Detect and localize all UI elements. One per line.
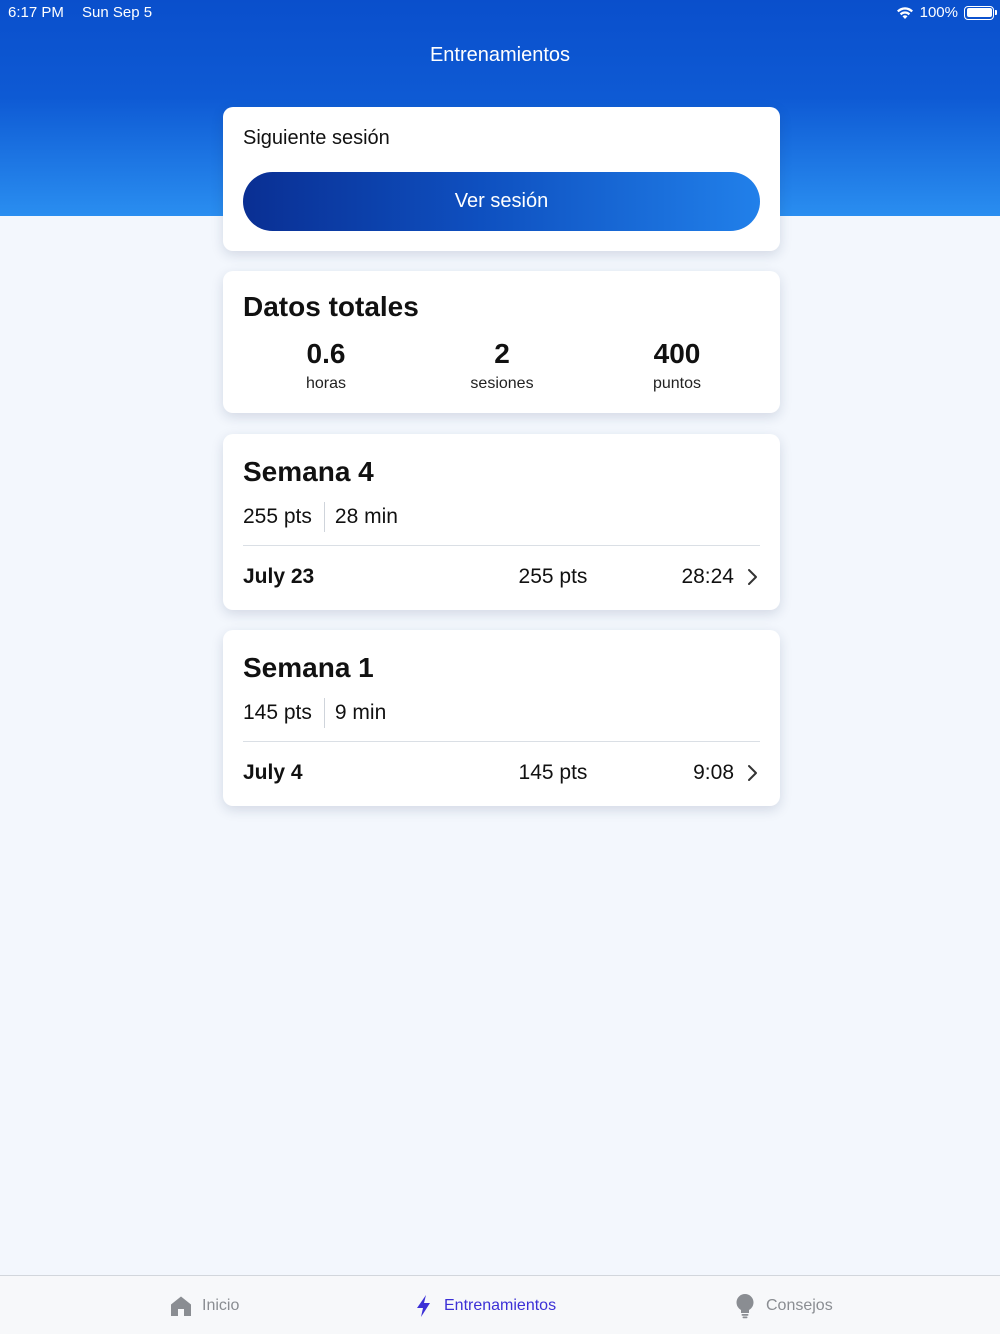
session-row[interactable]: July 4 145 pts 9:08 [243,742,760,806]
tab-consejos[interactable]: Consejos [734,1276,833,1334]
stat-points-value: 400 [653,338,701,369]
status-bar: 6:17 PM Sun Sep 5 100% [0,0,1000,26]
tab-label: Inicio [202,1296,240,1314]
week-card: Semana 1 145 pts 9 min July 4 145 pts 9:… [223,630,780,806]
chevron-right-icon [748,569,757,585]
week-minutes: 9 min [334,701,387,724]
lightbulb-icon [736,1293,754,1318]
totals-card: Datos totales 0.6 horas 2 sesiones 400 p… [223,271,780,413]
stat-sessions-value: 2 [494,338,510,369]
page-title: Entrenamientos [429,44,571,66]
stat-hours-label: horas [305,375,347,392]
week-summary: 145 pts 9 min [243,698,386,728]
chevron-right-icon [748,765,757,781]
summary-divider [323,698,325,728]
week-minutes: 28 min [334,505,398,528]
stat-sessions-label: sesiones [470,375,534,392]
session-duration: 28:24 [681,565,734,588]
stat-sessions: 2 sesiones [417,337,587,393]
home-icon [171,1296,191,1316]
lightning-icon [417,1294,430,1317]
session-row[interactable]: July 23 255 pts 28:24 [243,546,760,610]
wifi-icon [896,6,913,19]
battery-icon [964,5,997,20]
summary-divider [323,502,325,532]
week-points: 255 pts [243,505,312,528]
view-session-button[interactable]: Ver sesión [243,172,760,231]
status-right: 100% [896,4,997,21]
week-title: Semana 4 [243,456,374,487]
stat-points-label: puntos [652,375,702,392]
session-points: 145 pts [518,761,588,784]
status-date: Sun Sep 5 [82,4,153,21]
next-session-label: Siguiente sesión [243,127,390,149]
status-left: 6:17 PM Sun Sep 5 [8,4,166,21]
week-summary: 255 pts 28 min [243,502,398,532]
tab-label: Entrenamientos [444,1296,557,1314]
week-card: Semana 4 255 pts 28 min July 23 255 pts … [223,434,780,610]
session-date: July 4 [243,761,303,784]
status-time: 6:17 PM [8,4,64,21]
next-session-card: Siguiente sesión Ver sesión [223,107,780,251]
stat-hours: 0.6 horas [241,337,411,393]
week-points: 145 pts [243,701,312,724]
battery-percent: 100% [919,4,958,21]
totals-title: Datos totales [243,291,419,322]
tab-label: Consejos [766,1296,833,1314]
session-date: July 23 [243,565,315,588]
week-title: Semana 1 [243,652,374,683]
tab-entrenamientos[interactable]: Entrenamientos [414,1276,556,1334]
stat-hours-value: 0.6 [306,338,346,369]
session-points: 255 pts [518,565,588,588]
tab-bar: Inicio Entrenamientos Consejos [0,1275,1000,1334]
tab-inicio[interactable]: Inicio [170,1276,239,1334]
stat-points: 400 puntos [592,337,762,393]
session-duration: 9:08 [693,761,734,784]
